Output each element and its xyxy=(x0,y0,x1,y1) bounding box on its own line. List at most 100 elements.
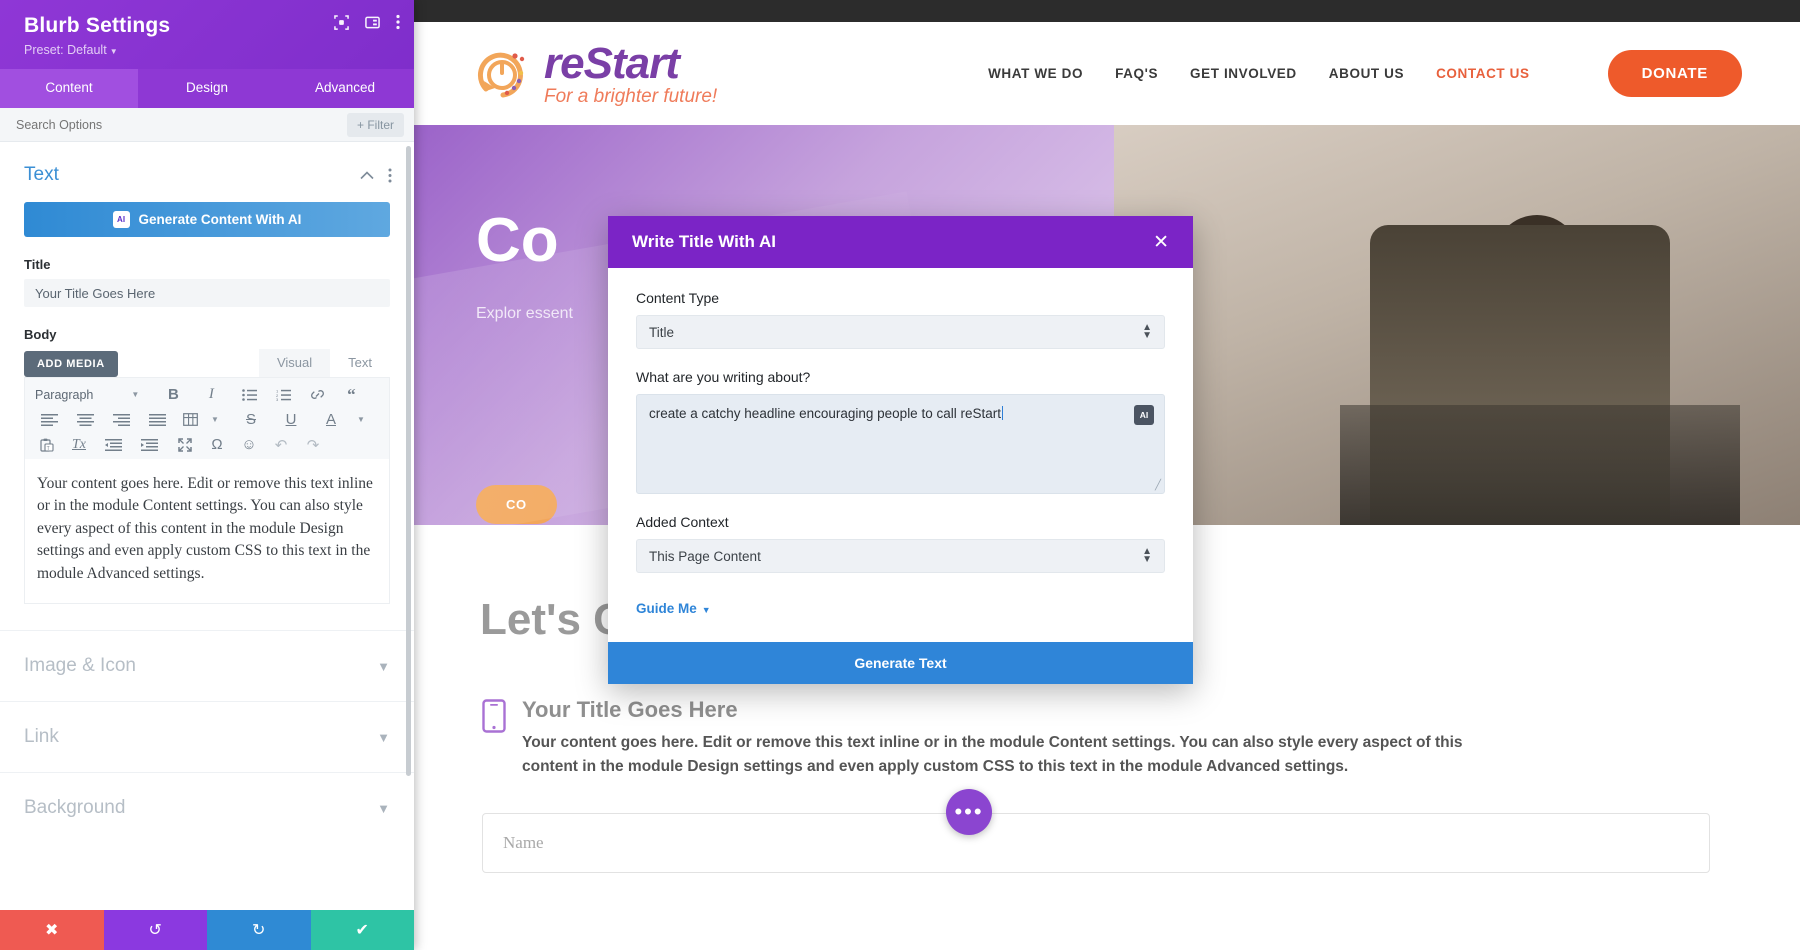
tab-content[interactable]: Content xyxy=(0,69,138,108)
accordion-image-and-icon[interactable]: Image & Icon ▼ xyxy=(0,630,414,701)
text-color-chevron-down-icon[interactable]: ▼ xyxy=(349,409,373,431)
outdent-icon[interactable] xyxy=(95,434,131,456)
name-input[interactable]: Name xyxy=(482,813,1710,874)
added-context-label: Added Context xyxy=(636,514,729,530)
content-type-label: Content Type xyxy=(636,290,720,306)
text-color-icon[interactable]: A xyxy=(319,409,343,431)
emoji-icon[interactable]: ☺ xyxy=(233,434,265,456)
indent-icon[interactable] xyxy=(131,434,167,456)
redo-button[interactable]: ↻ xyxy=(207,910,311,950)
nav-item-what-we-do[interactable]: WHAT WE DO xyxy=(988,66,1083,81)
nav-item-about-us[interactable]: ABOUT US xyxy=(1329,66,1404,81)
table-icon[interactable] xyxy=(179,409,201,431)
tab-advanced[interactable]: Advanced xyxy=(276,69,414,108)
nav-item-get-involved[interactable]: GET INVOLVED xyxy=(1190,66,1297,81)
close-icon[interactable]: ✕ xyxy=(1153,233,1169,252)
donate-button[interactable]: DONATE xyxy=(1607,50,1742,97)
align-center-icon[interactable] xyxy=(67,409,103,431)
link-icon[interactable] xyxy=(305,384,329,406)
resize-handle-icon[interactable]: ╱ xyxy=(1155,480,1161,491)
strikethrough-icon[interactable]: S xyxy=(239,409,263,431)
layout-columns-icon[interactable] xyxy=(365,15,380,30)
hero-figure-bike xyxy=(1340,405,1740,525)
preset-selector[interactable]: Preset: Default ▼ xyxy=(24,43,394,57)
body-content-area[interactable]: Your content goes here. Edit or remove t… xyxy=(24,459,390,605)
section-title: Text xyxy=(24,164,59,185)
redo-icon[interactable]: ↷ xyxy=(297,434,329,456)
clear-formatting-icon[interactable]: Tx xyxy=(63,434,95,456)
fullscreen-icon[interactable] xyxy=(169,434,201,456)
content-type-select[interactable]: Title ▲ ▼ xyxy=(636,315,1165,349)
modal-title: Write Title With AI xyxy=(632,232,777,251)
guide-me-toggle[interactable]: Guide Me ▼ xyxy=(636,601,1165,616)
bulleted-list-icon[interactable] xyxy=(237,384,261,406)
site-logo[interactable]: reStart For a brighter future! xyxy=(472,38,717,106)
text-section-header: Text xyxy=(0,142,414,196)
nav-item-faqs[interactable]: FAQ'S xyxy=(1115,66,1158,81)
ai-badge-icon[interactable]: AI xyxy=(1134,405,1154,425)
tab-visual[interactable]: Visual xyxy=(258,349,331,377)
blurb-title: Your Title Goes Here xyxy=(522,697,738,722)
search-options-bar: + Filter xyxy=(0,108,414,142)
align-justify-icon[interactable] xyxy=(139,409,175,431)
undo-button[interactable]: ↺ xyxy=(103,910,207,950)
tab-text[interactable]: Text xyxy=(330,349,390,377)
align-right-icon[interactable] xyxy=(103,409,139,431)
add-media-button[interactable]: ADD MEDIA xyxy=(24,351,118,377)
paste-as-text-icon[interactable]: T xyxy=(31,434,63,456)
filter-button[interactable]: + Filter xyxy=(346,112,404,137)
more-vertical-icon[interactable] xyxy=(396,14,400,30)
phone-icon xyxy=(482,699,506,779)
module-options-fab[interactable]: ••• xyxy=(946,789,992,836)
panel-scroll-body: Text AI Generate Content With AI Title Y… xyxy=(0,142,414,910)
undo-icon[interactable]: ↶ xyxy=(265,434,297,456)
focus-icon[interactable] xyxy=(334,14,349,30)
body-editor: ADD MEDIA Visual Text Paragraph ▼ B I 12 xyxy=(24,349,390,605)
hero-heading: Co xyxy=(476,206,559,275)
prompt-textarea[interactable]: create a catchy headline encouraging peo… xyxy=(636,394,1165,494)
chevron-up-icon[interactable] xyxy=(360,170,374,180)
added-context-select[interactable]: This Page Content ▲ ▼ xyxy=(636,539,1165,573)
numbered-list-icon[interactable]: 123 xyxy=(271,384,295,406)
editor-topbar: ADD MEDIA Visual Text xyxy=(24,349,390,377)
toolbar-row-2: ▼ S U A ▼ xyxy=(27,407,387,432)
browser-top-bar xyxy=(414,0,1800,22)
italic-icon[interactable]: I xyxy=(199,384,223,406)
svg-text:T: T xyxy=(47,445,50,451)
chevron-down-icon: ▼ xyxy=(701,605,711,615)
panel-scrollbar[interactable] xyxy=(406,146,411,776)
tab-design[interactable]: Design xyxy=(138,69,276,108)
editor-toolbar: Paragraph ▼ B I 123 “ ▼ S U A ▼ T Tx Ω ☺… xyxy=(24,377,390,459)
accordion-link[interactable]: Link ▼ xyxy=(0,701,414,772)
logo-wordmark: reStart xyxy=(544,38,680,88)
nav-item-contact-us[interactable]: CONTACT US xyxy=(1436,66,1530,81)
discard-changes-button[interactable]: ✖ xyxy=(0,910,104,950)
special-character-icon[interactable]: Ω xyxy=(201,434,233,456)
editor-mode-tabs: Visual Text xyxy=(258,349,390,377)
generate-content-with-ai-button[interactable]: AI Generate Content With AI xyxy=(24,202,390,237)
prompt-value: create a catchy headline encouraging peo… xyxy=(649,406,1001,421)
section-more-icon[interactable] xyxy=(388,168,392,183)
select-arrows-icon: ▲ ▼ xyxy=(1142,321,1152,341)
chevron-down-icon: ▼ xyxy=(109,47,118,56)
blockquote-icon[interactable]: “ xyxy=(339,384,363,406)
search-input[interactable] xyxy=(16,117,347,132)
accordion-background[interactable]: Background ▼ xyxy=(0,772,414,843)
paragraph-format-select[interactable]: Paragraph xyxy=(31,384,97,406)
generate-text-button[interactable]: Generate Text xyxy=(608,642,1193,684)
accordion-label: Background xyxy=(24,797,126,819)
hero-cta-button[interactable]: CO xyxy=(476,485,557,524)
text-cursor xyxy=(1001,406,1004,420)
underline-icon[interactable]: U xyxy=(279,409,303,431)
bold-icon[interactable]: B xyxy=(161,384,185,406)
table-chevron-down-icon[interactable]: ▼ xyxy=(203,409,227,431)
restart-power-icon xyxy=(477,52,525,97)
title-input[interactable]: Your Title Goes Here xyxy=(24,279,390,307)
toolbar-row-3: T Tx Ω ☺ ↶ ↷ xyxy=(27,432,387,457)
modal-body: Content Type Title ▲ ▼ What are you writi… xyxy=(608,268,1193,642)
ai-badge-icon: AI xyxy=(112,211,130,228)
align-left-icon[interactable] xyxy=(31,409,67,431)
save-changes-button[interactable]: ✔ xyxy=(310,910,414,950)
chevron-down-icon[interactable]: ▼ xyxy=(123,384,147,406)
modal-header: Write Title With AI ✕ xyxy=(608,216,1193,268)
